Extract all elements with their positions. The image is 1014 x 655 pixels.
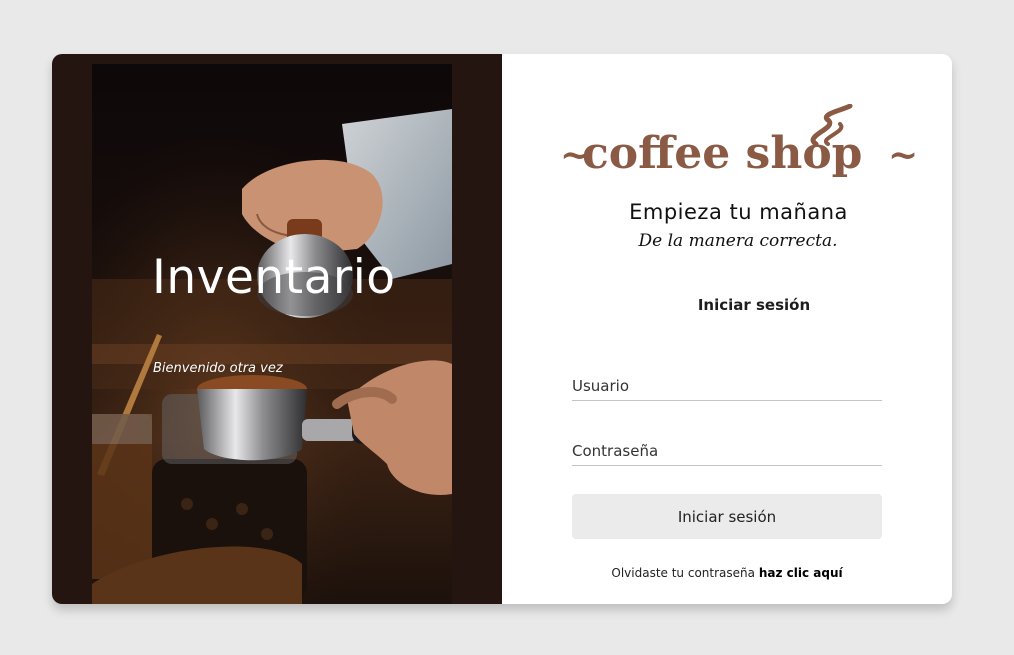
coffee-barista-image [92, 64, 452, 604]
forgot-password-link[interactable]: haz clic aquí [759, 566, 843, 580]
logo-tilde-right: ~ [888, 134, 919, 176]
hero-title: Inventario [152, 250, 396, 305]
login-panel: ~ coffee shop ~ Empieza tu mañana De la … [502, 54, 952, 604]
tagline: Empieza tu mañana [629, 200, 848, 224]
login-card: Inventario Bienvenido otra vez ~ coffee … [52, 54, 952, 604]
tagline-script: De la manera correcta. [638, 231, 838, 251]
forgot-password-text: Olvidaste tu contraseña haz clic aquí [502, 566, 952, 580]
coffee-steam-icon [810, 104, 853, 146]
login-heading: Iniciar sesión [697, 296, 811, 314]
login-button[interactable]: Iniciar sesión [572, 494, 882, 539]
forgot-password-label: Olvidaste tu contraseña [611, 566, 755, 580]
coffee-shop-logo: ~ coffee shop ~ [560, 104, 920, 184]
hero-subtitle: Bienvenido otra vez [153, 361, 283, 376]
hero-panel: Inventario Bienvenido otra vez [52, 54, 502, 604]
username-input[interactable] [572, 371, 882, 401]
coffee-photo [92, 64, 452, 604]
password-input[interactable] [572, 436, 882, 466]
